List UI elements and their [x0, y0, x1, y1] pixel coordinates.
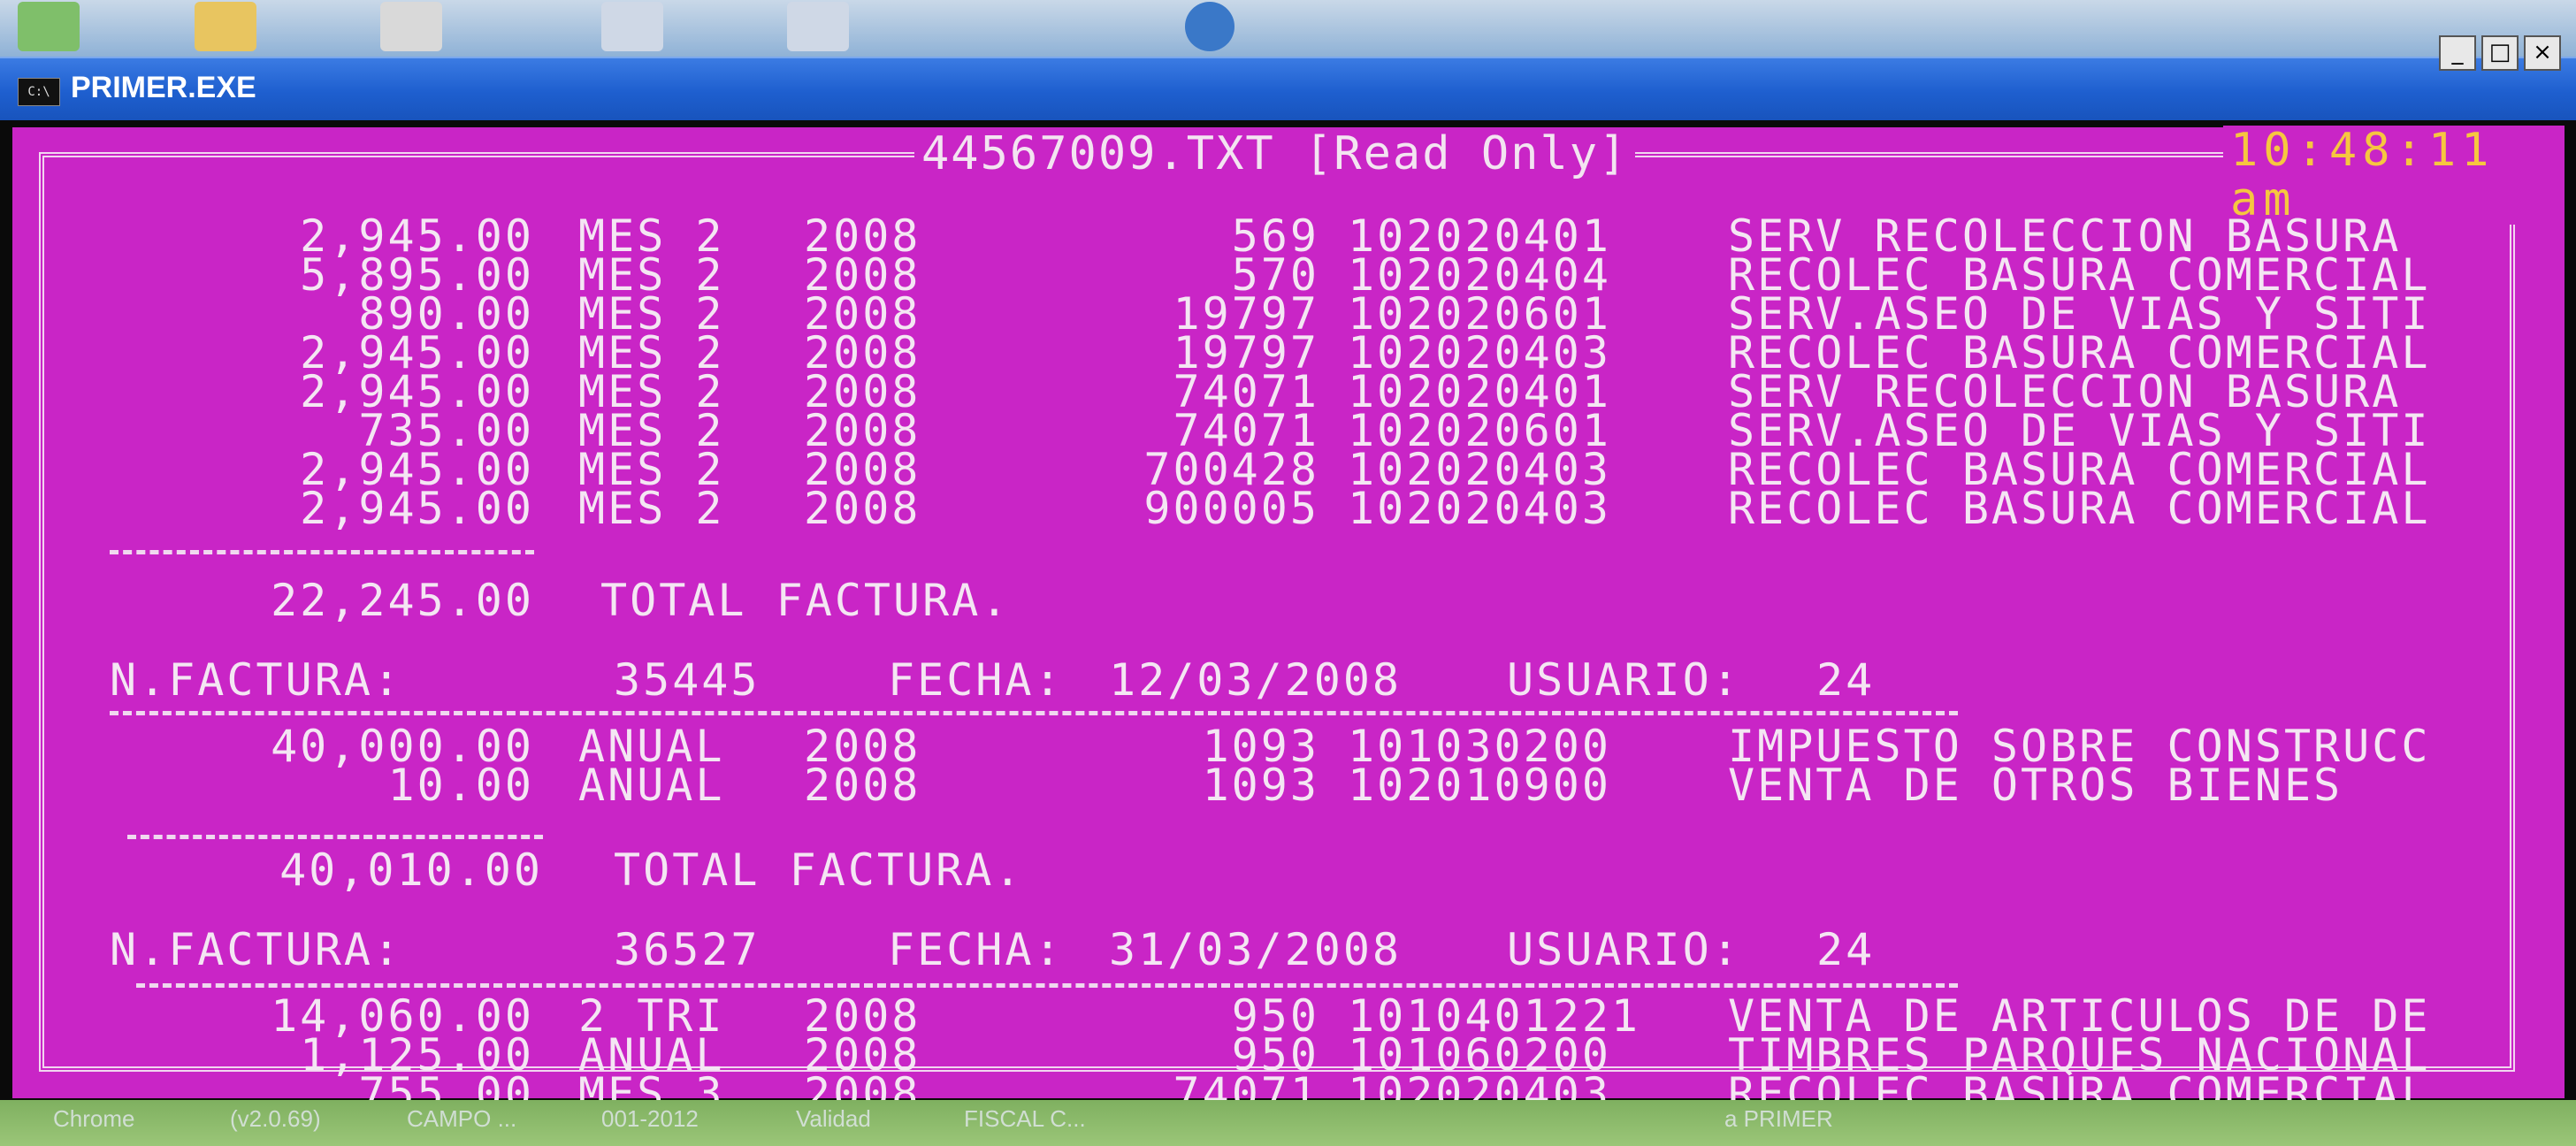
desktop-strip — [0, 0, 2576, 57]
invoice-total-label: TOTAL FACTURA. — [614, 844, 1024, 896]
taskbar-item[interactable]: FISCAL C... — [964, 1105, 1086, 1133]
row-period: MES 2 — [578, 483, 725, 534]
row-year: 2008 — [804, 760, 921, 811]
console-area: 44567009.TXT [Read Only] 10:48:11 am 2,9… — [0, 120, 2576, 1116]
invoice-total-amount: 40,010.00 — [279, 844, 543, 896]
taskbar-item[interactable]: 001-2012 — [601, 1105, 699, 1133]
invoice-total-amount: 22,245.00 — [271, 575, 534, 626]
close-button[interactable]: × — [2524, 35, 2561, 71]
desktop-shortcut-icon[interactable] — [787, 2, 849, 51]
taskbar-item[interactable]: Chrome — [53, 1105, 134, 1133]
invoice-number: 36527 — [614, 924, 761, 975]
invoice-user-label: USUARIO: — [1507, 654, 1741, 706]
taskbar: Chrome (v2.0.69) CAMPO ... 001-2012 Validad F… — [0, 1100, 2576, 1146]
taskbar-item[interactable]: Validad — [796, 1105, 871, 1133]
row-description: VENTA DE OTROS BIENES — [1728, 760, 2343, 811]
window-title: PRIMER.EXE — [71, 71, 256, 104]
separator-dashes — [110, 550, 534, 554]
separator-dashes — [110, 711, 1958, 715]
invoice-user: 24 — [1816, 654, 1876, 706]
taskbar-item[interactable]: a PRIMER — [1724, 1105, 1833, 1133]
invoice-user: 24 — [1816, 924, 1876, 975]
desktop-shortcut-icon[interactable] — [18, 2, 80, 51]
invoice-date-label: FECHA: — [888, 654, 1064, 706]
row-description: RECOLEC BASURA COMERCIAL — [1728, 483, 2431, 534]
row-account: 102020403 — [1348, 483, 1611, 534]
row-code: 1093 — [1202, 760, 1319, 811]
text-viewer-screen[interactable]: 44567009.TXT [Read Only] 10:48:11 am 2,9… — [12, 126, 2565, 1116]
console-window: C:\ PRIMER.EXE _ □ × 44567009.TXT [Read … — [0, 35, 2576, 1116]
console-app-icon: C:\ — [18, 78, 60, 106]
invoice-date: 31/03/2008 — [1109, 924, 1403, 975]
desktop-shortcut-icon[interactable] — [601, 2, 663, 51]
row-period: ANUAL — [578, 760, 725, 811]
invoice-number: 35445 — [614, 654, 761, 706]
invoice-user-label: USUARIO: — [1507, 924, 1741, 975]
desktop-shortcut-icon[interactable] — [380, 2, 442, 51]
row-code: 900005 — [1143, 483, 1319, 534]
taskbar-item[interactable]: (v2.0.69) — [230, 1105, 321, 1133]
minimize-button[interactable]: _ — [2439, 35, 2476, 71]
invoice-date-label: FECHA: — [888, 924, 1064, 975]
row-amount: 2,945.00 — [300, 483, 534, 534]
desktop-shortcut-icon[interactable] — [195, 2, 256, 51]
invoice-total-label: TOTAL FACTURA. — [600, 575, 1011, 626]
file-title: 44567009.TXT [Read Only] — [914, 129, 1636, 179]
invoice-date: 12/03/2008 — [1109, 654, 1403, 706]
invoice-number-label: N.FACTURA: — [110, 654, 403, 706]
separator-dashes — [136, 983, 1958, 988]
desktop-shortcut-icon[interactable] — [1185, 2, 1234, 51]
taskbar-item[interactable]: CAMPO ... — [407, 1105, 516, 1133]
title-bar[interactable]: C:\ PRIMER.EXE _ □ × — [0, 35, 2576, 120]
row-year: 2008 — [804, 483, 921, 534]
maximize-button[interactable]: □ — [2481, 35, 2519, 71]
row-account: 102010900 — [1348, 760, 1611, 811]
separator-dashes — [127, 835, 543, 839]
row-amount: 10.00 — [387, 760, 534, 811]
invoice-number-label: N.FACTURA: — [110, 924, 403, 975]
